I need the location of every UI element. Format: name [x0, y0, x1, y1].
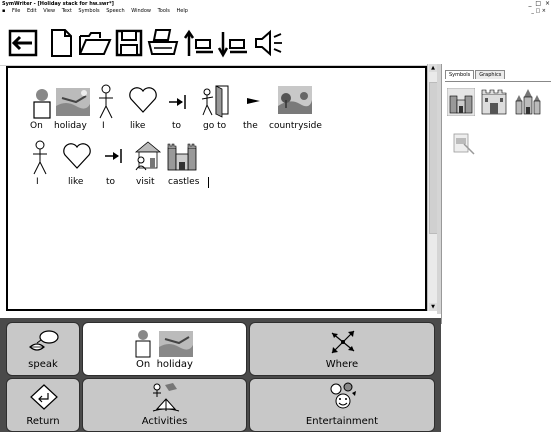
menu-symbols[interactable]: Symbols: [78, 8, 99, 14]
tab-divider: [445, 81, 551, 82]
word-holiday: holiday: [54, 121, 87, 131]
to-arrow-icon: [169, 95, 186, 109]
speak-lips-icon: [29, 330, 59, 351]
entertainment-label: Entertainment: [305, 416, 379, 427]
activities-label: Activities: [141, 416, 188, 427]
grid-panel: speak On holiday Where Return Activities…: [0, 318, 441, 432]
countryside-symbol-icon: [278, 86, 312, 114]
on-symbol-icon: [33, 89, 51, 119]
grid-cell-where[interactable]: Where: [249, 322, 435, 376]
menu-bar: ▪ File Edit View Text Symbols Speech Win…: [0, 8, 554, 15]
return-label: Return: [26, 416, 60, 427]
word-countryside: countryside: [269, 121, 322, 131]
castle-option-icon-1[interactable]: [447, 88, 475, 116]
app-menu-icon[interactable]: ▪: [2, 8, 5, 14]
word-i-2: I: [36, 177, 39, 187]
back-arrow-icon[interactable]: [8, 28, 38, 58]
like-heart-icon-2: [63, 143, 91, 169]
castle-option-icon-2[interactable]: [480, 88, 508, 116]
on-holiday-label: On holiday: [136, 359, 193, 370]
speaker-icon[interactable]: [253, 28, 285, 58]
on-holiday-icon: [135, 330, 193, 358]
word-castles: castles: [168, 177, 200, 187]
window-title: SymWriter - [Holiday stack for hw.swr*]: [2, 1, 114, 7]
title-bar: SymWriter - [Holiday stack for hw.swr*] …: [0, 0, 554, 8]
scroll-down-arrow-icon[interactable]: ▼: [429, 303, 437, 311]
open-folder-icon[interactable]: [78, 28, 112, 58]
menu-edit[interactable]: Edit: [27, 8, 37, 14]
the-arrow-icon: [247, 98, 260, 104]
word-visit: visit: [136, 177, 155, 187]
word-go-to: go to: [203, 121, 227, 131]
sort-down-icon[interactable]: [217, 28, 251, 58]
symbol-panel: Symbols Graphics: [441, 64, 554, 324]
i-person-symbol-icon-2: [33, 140, 47, 175]
return-icon: [30, 384, 58, 410]
grid-cell-return[interactable]: Return: [6, 378, 80, 432]
castle-option-icon-3[interactable]: [514, 88, 542, 116]
window-controls[interactable]: _ □ ×: [528, 0, 551, 8]
menu-view[interactable]: View: [43, 8, 55, 14]
holiday-symbol-icon: [56, 88, 90, 116]
where-label: Where: [325, 359, 359, 370]
menu-speech[interactable]: Speech: [106, 8, 124, 14]
word-the: the: [243, 121, 258, 131]
save-disk-icon[interactable]: [114, 28, 144, 58]
grid-cell-entertainment[interactable]: Entertainment: [249, 378, 435, 432]
new-document-icon[interactable]: [46, 28, 76, 58]
word-to-2: to: [106, 177, 116, 187]
where-arrows-icon: [331, 330, 355, 354]
scroll-up-arrow-icon[interactable]: ▲: [429, 64, 437, 72]
text-cursor: [208, 177, 209, 188]
grid-cell-speak[interactable]: speak: [6, 322, 80, 376]
activities-icon: [152, 383, 180, 412]
menu-help[interactable]: Help: [177, 8, 188, 14]
word-on: On: [30, 121, 43, 131]
panel-blank-area: [441, 324, 554, 432]
like-heart-icon: [129, 87, 157, 113]
menu-window[interactable]: Window: [131, 8, 151, 14]
menu-text[interactable]: Text: [62, 8, 72, 14]
doc-window-controls[interactable]: _ □ ×: [531, 8, 546, 15]
tab-symbols[interactable]: Symbols: [445, 70, 475, 79]
tab-graphics[interactable]: Graphics: [475, 70, 506, 79]
i-person-symbol-icon: [99, 84, 113, 119]
toolbar: [0, 15, 554, 66]
go-to-symbol-icon: [201, 85, 229, 118]
word-i: I: [102, 121, 105, 131]
to-arrow-icon-2: [105, 149, 122, 163]
sort-up-icon[interactable]: [183, 28, 217, 58]
grid-cell-on-holiday[interactable]: On holiday: [82, 322, 247, 376]
word-like-2: like: [68, 177, 84, 187]
print-icon[interactable]: [146, 28, 180, 58]
word-to: to: [172, 121, 182, 131]
castles-symbol-icon: [167, 143, 197, 171]
entertainment-icon: [330, 382, 356, 409]
word-like: like: [130, 121, 146, 131]
menu-file[interactable]: File: [12, 8, 20, 14]
graphic-thumbnail-icon[interactable]: [452, 132, 476, 156]
grid-cell-activities[interactable]: Activities: [82, 378, 247, 432]
speak-label: speak: [28, 359, 58, 370]
visit-symbol-icon: [134, 141, 162, 171]
menu-tools[interactable]: Tools: [158, 8, 170, 14]
